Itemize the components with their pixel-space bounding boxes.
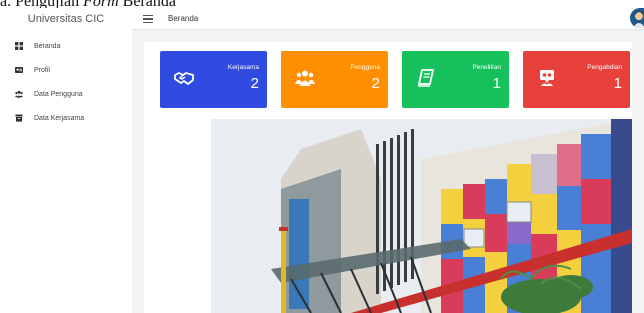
stat-card-pengguna[interactable]: Pengguna 2 [281, 51, 388, 108]
community-icon [537, 69, 557, 87]
sidebar: Universitas CIC Beranda Profil Data Peng… [0, 8, 132, 313]
stat-card-kerjasama[interactable]: Kerjasama 2 [160, 51, 267, 108]
sidebar-item-data-kerjasama[interactable]: Data Kerjasama [0, 106, 132, 130]
stat-card-label: Penelitian [472, 64, 501, 71]
archive-icon [15, 114, 23, 122]
campus-building-photo [211, 119, 632, 313]
sidebar-item-label: Beranda [34, 42, 61, 50]
book-icon [416, 69, 436, 87]
hamburger-icon[interactable] [142, 13, 154, 25]
top-navbar: Beranda [132, 8, 644, 30]
users-icon [15, 90, 23, 98]
sidebar-item-profil[interactable]: Profil [0, 58, 132, 82]
dashboard-icon [15, 42, 23, 50]
stat-card-pengabdian[interactable]: Pengabdian 1 [523, 51, 630, 108]
stat-card-label: Kerjasama [227, 64, 259, 71]
breadcrumb: Beranda [168, 14, 199, 23]
sidebar-item-label: Data Pengguna [34, 90, 83, 98]
user-avatar[interactable] [630, 8, 644, 28]
dashboard-panel: Kerjasama 2 Pengguna 2 Penelitian 1 Peng… [144, 42, 632, 313]
stat-card-value: 1 [492, 75, 501, 92]
users-icon [295, 69, 315, 87]
stat-card-label: Pengabdian [587, 64, 622, 71]
sidebar-item-beranda[interactable]: Beranda [0, 34, 132, 58]
id-card-icon [15, 66, 23, 74]
brand-title[interactable]: Universitas CIC [0, 8, 132, 30]
stat-card-value: 2 [250, 75, 259, 92]
stat-card-penelitian[interactable]: Penelitian 1 [402, 51, 509, 108]
stat-card-value: 1 [613, 75, 622, 92]
main-content: Kerjasama 2 Pengguna 2 Penelitian 1 Peng… [132, 30, 644, 313]
sidebar-item-data-pengguna[interactable]: Data Pengguna [0, 82, 132, 106]
stat-card-label: Pengguna [350, 64, 380, 71]
stat-card-value: 2 [371, 75, 380, 92]
sidebar-item-label: Profil [34, 66, 50, 74]
handshake-icon [174, 69, 194, 87]
sidebar-item-label: Data Kerjasama [34, 114, 85, 122]
sidebar-nav: Beranda Profil Data Pengguna Data Kerjas… [0, 34, 132, 130]
